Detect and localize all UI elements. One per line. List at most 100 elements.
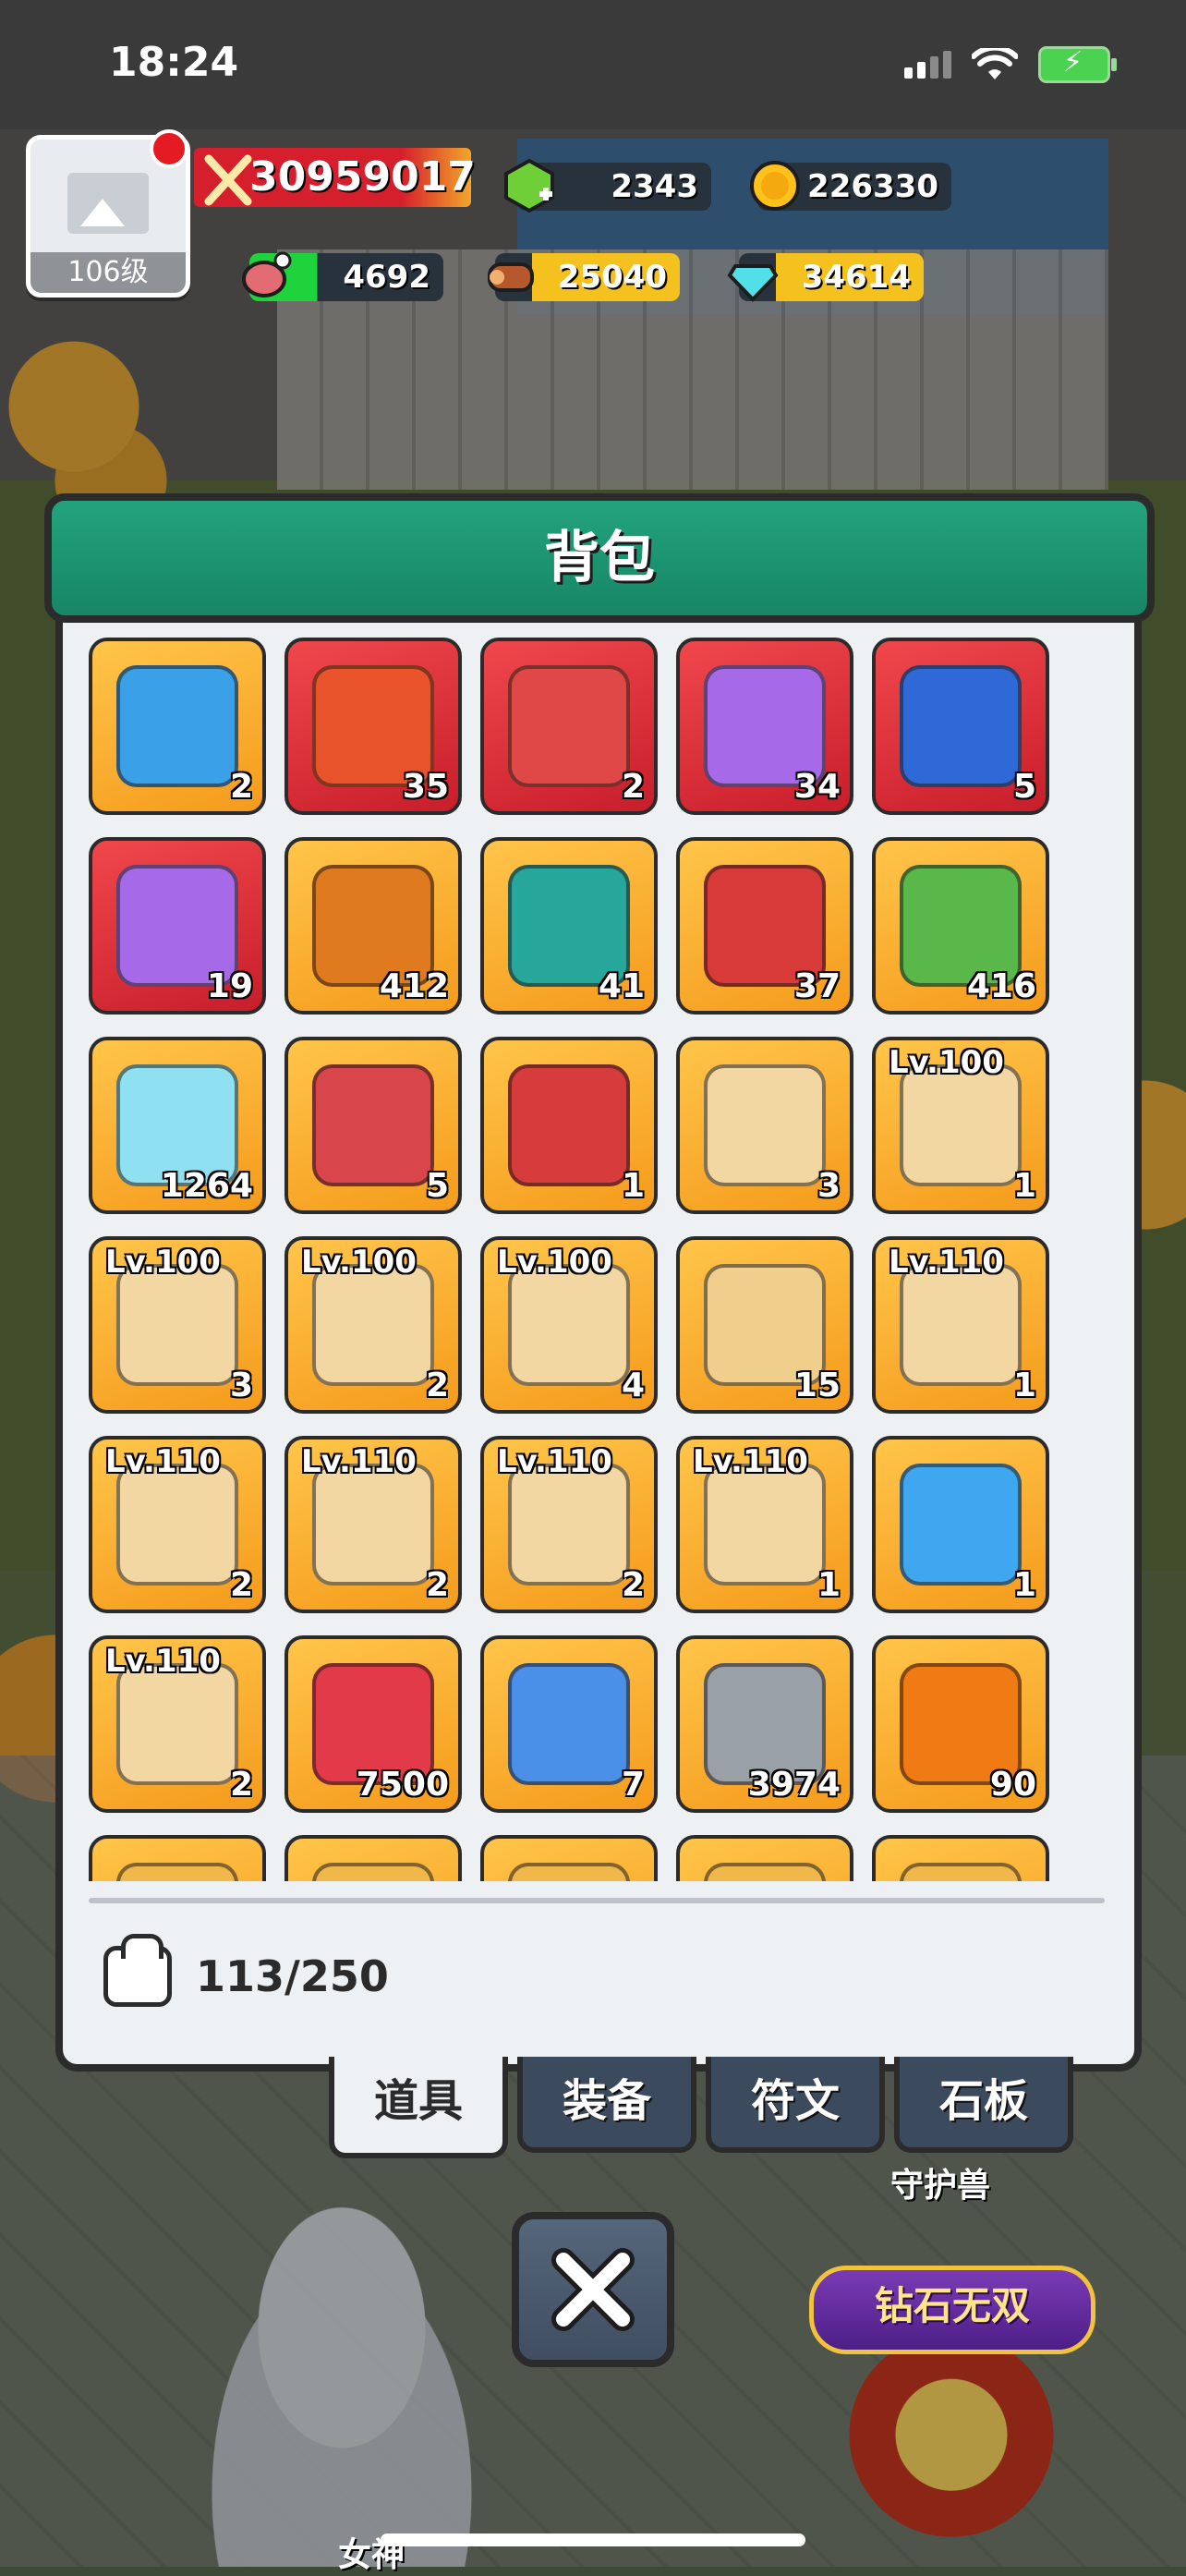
item-count: 1 <box>1012 1566 1036 1604</box>
avatar-placeholder-icon <box>67 173 149 234</box>
gold-counter[interactable]: 226330 <box>750 161 951 211</box>
status-bar: 18:24 ⚡ <box>0 0 1186 129</box>
backpack-item[interactable]: 41 <box>480 837 658 1015</box>
backpack-item[interactable]: 34 <box>676 638 853 815</box>
backpack-item[interactable]: 1 <box>872 1436 1049 1613</box>
boot-scroll-icon <box>704 1064 826 1186</box>
item-count: 35 <box>402 768 449 806</box>
capacity-row: 113/250 <box>103 1934 389 2009</box>
item-level-label: Lv.110 <box>105 1443 221 1480</box>
backpack-item[interactable]: Lv.110 2 <box>89 1635 266 1813</box>
backpack-item[interactable]: 1 <box>480 1037 658 1214</box>
meat-icon <box>242 251 292 298</box>
backpack-item[interactable]: Lv.100 4 <box>480 1236 658 1414</box>
backpack-item[interactable]: Lv.110 1 <box>872 1236 1049 1414</box>
backpack-item[interactable] <box>89 1835 266 1881</box>
backpack-item[interactable]: 1264 <box>89 1037 266 1214</box>
sword-scroll-icon <box>900 1064 1022 1186</box>
item-count: 5 <box>1012 768 1036 806</box>
belt-scroll-icon <box>116 1264 238 1386</box>
backpack-item[interactable]: 5 <box>284 1037 462 1214</box>
item-count: 2 <box>621 1566 645 1604</box>
belt-scroll-icon <box>116 1464 238 1586</box>
crystal-counter[interactable]: 34614 <box>727 253 924 302</box>
backpack-item[interactable]: 37 <box>676 837 853 1015</box>
backpack-item[interactable]: Lv.100 3 <box>89 1236 266 1414</box>
item-count: 7500 <box>356 1766 449 1804</box>
shield-scroll-icon <box>900 1264 1022 1386</box>
green-gem-value: 2343 <box>611 168 698 205</box>
backpack-item[interactable]: 416 <box>872 837 1049 1015</box>
backpack-item[interactable] <box>284 1835 462 1881</box>
panel-title: 背包 <box>544 526 655 590</box>
backpack-header: 背包 <box>44 493 1155 623</box>
backpack-item[interactable] <box>480 1835 658 1881</box>
backpack-item[interactable]: 90 <box>872 1635 1049 1813</box>
backpack-item[interactable] <box>872 1835 1049 1881</box>
item-count: 34 <box>793 768 841 806</box>
item-count: 15 <box>793 1367 841 1404</box>
boot-scroll-icon <box>508 1264 630 1386</box>
backpack-item[interactable]: 7500 <box>284 1635 462 1813</box>
item-grid: 2 35 2 34 5 19 412 41 37 416 1264 5 1 3 Lv.100 1 Lv.100 3… <box>89 638 1105 1881</box>
backpack-item[interactable]: Lv.110 2 <box>89 1436 266 1613</box>
item-level-label: Lv.110 <box>497 1443 612 1480</box>
item-count: 2 <box>621 768 645 806</box>
close-button[interactable] <box>512 2212 674 2367</box>
item-count: 2 <box>425 1367 449 1404</box>
backpack-item[interactable]: Lv.110 1 <box>676 1436 853 1613</box>
wood-log-icon <box>488 262 534 292</box>
backpack-item[interactable]: 5 <box>872 638 1049 815</box>
tab-equipment[interactable]: 装备 <box>517 2057 696 2153</box>
item-count: 2 <box>425 1566 449 1604</box>
promo-badge[interactable]: 钻石无双 <box>809 2266 1095 2354</box>
backpack-item[interactable]: Lv.110 2 <box>480 1436 658 1613</box>
item-count: 37 <box>793 967 841 1005</box>
helmet-scroll-icon <box>312 1464 434 1586</box>
item-level-label: Lv.100 <box>105 1244 221 1281</box>
gold-coin-icon <box>750 161 800 211</box>
backpack-item[interactable]: 2 <box>89 638 266 815</box>
wood-counter[interactable]: 25040 <box>488 253 680 301</box>
cellular-signal-icon <box>904 51 951 79</box>
tab-slates[interactable]: 石板 <box>894 2057 1073 2153</box>
item-count: 2 <box>229 1766 253 1804</box>
green-gem-counter[interactable]: 2343 <box>504 158 711 213</box>
backpack-tabs: 道具 装备 符文 石板 <box>329 2057 1073 2158</box>
player-level: 106级 <box>30 252 186 293</box>
crystal-icon <box>727 264 779 302</box>
backpack-item[interactable]: 2 <box>480 638 658 815</box>
backpack-item[interactable]: 19 <box>89 837 266 1015</box>
item-partial <box>508 1863 630 1881</box>
meat-counter[interactable]: 4692 <box>242 251 443 301</box>
blue-crown-chest-icon <box>116 665 238 787</box>
backpack-item[interactable]: Lv.100 1 <box>872 1037 1049 1214</box>
home-indicator[interactable] <box>381 2533 805 2546</box>
boot-scroll-icon <box>704 1464 826 1586</box>
backpack-item[interactable]: Lv.100 2 <box>284 1236 462 1414</box>
backpack-item[interactable]: Lv.110 2 <box>284 1436 462 1613</box>
bow-ring-icon <box>312 1064 434 1186</box>
backpack-item[interactable]: 15 <box>676 1236 853 1414</box>
item-count: 1 <box>1012 1367 1036 1404</box>
green-gem-plus-icon <box>504 158 554 213</box>
battery-charging-icon: ⚡ <box>1038 46 1117 83</box>
gold-value: 226330 <box>807 168 938 205</box>
backpack-item[interactable] <box>676 1835 853 1881</box>
backpack-item[interactable]: 412 <box>284 837 462 1015</box>
tab-runes[interactable]: 符文 <box>706 2057 885 2153</box>
backpack-item[interactable]: 35 <box>284 638 462 815</box>
tab-items[interactable]: 道具 <box>329 2057 508 2158</box>
item-level-label: Lv.100 <box>301 1244 417 1281</box>
item-count: 1 <box>817 1566 841 1604</box>
crossed-swords-icon <box>204 154 252 206</box>
item-count: 3 <box>229 1367 253 1404</box>
crystal-value: 34614 <box>801 259 911 296</box>
item-count: 19 <box>206 967 253 1005</box>
backpack-item[interactable]: 3974 <box>676 1635 853 1813</box>
backpack-item[interactable]: 3 <box>676 1037 853 1214</box>
item-partial <box>704 1863 826 1881</box>
backpack-item[interactable]: 7 <box>480 1635 658 1813</box>
panel-divider <box>89 1898 1105 1903</box>
item-grid-scroll[interactable]: 2 35 2 34 5 19 412 41 37 416 1264 5 1 3 Lv.100 1 Lv.100 3… <box>89 638 1105 1881</box>
